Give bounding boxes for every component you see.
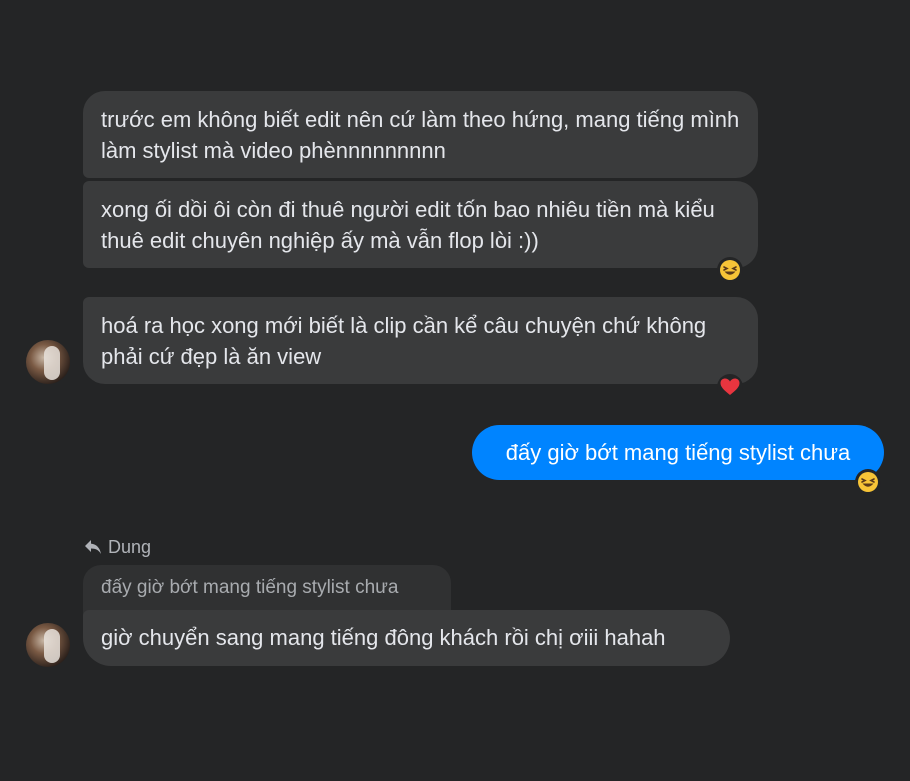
outgoing-message[interactable]: đấy giờ bớt mang tiếng stylist chưa (472, 425, 884, 480)
message-text: trước em không biết edit nên cứ làm theo… (101, 107, 740, 163)
laughing-reaction-icon[interactable] (855, 469, 881, 495)
avatar[interactable] (26, 623, 70, 667)
laughing-emoji-icon (858, 472, 878, 492)
heart-reaction-icon[interactable] (717, 374, 743, 400)
message-text: đấy giờ bớt mang tiếng stylist chưa (505, 440, 851, 465)
incoming-message[interactable]: xong ối dồi ôi còn đi thuê người edit tố… (83, 181, 758, 268)
laughing-reaction-icon[interactable] (717, 257, 743, 283)
message-text: giờ chuyển sang mang tiếng đông khách rồ… (101, 625, 666, 650)
incoming-message[interactable]: trước em không biết edit nên cứ làm theo… (83, 91, 758, 178)
heart-emoji-icon (720, 378, 740, 395)
avatar[interactable] (26, 340, 70, 384)
laughing-emoji-icon (720, 260, 740, 280)
quoted-text: đấy giờ bớt mang tiếng stylist chưa (101, 577, 399, 598)
incoming-message[interactable]: giờ chuyển sang mang tiếng đông khách rồ… (83, 610, 730, 666)
reply-to-name: Dung (108, 536, 152, 557)
message-text: hoá ra học xong mới biết là clip cần kể … (101, 313, 707, 369)
reply-arrow-icon (85, 540, 101, 554)
message-text: xong ối dồi ôi còn đi thuê người edit tố… (101, 197, 715, 253)
reply-indicator: Dung (84, 536, 151, 558)
incoming-message[interactable]: hoá ra học xong mới biết là clip cần kể … (83, 297, 758, 384)
